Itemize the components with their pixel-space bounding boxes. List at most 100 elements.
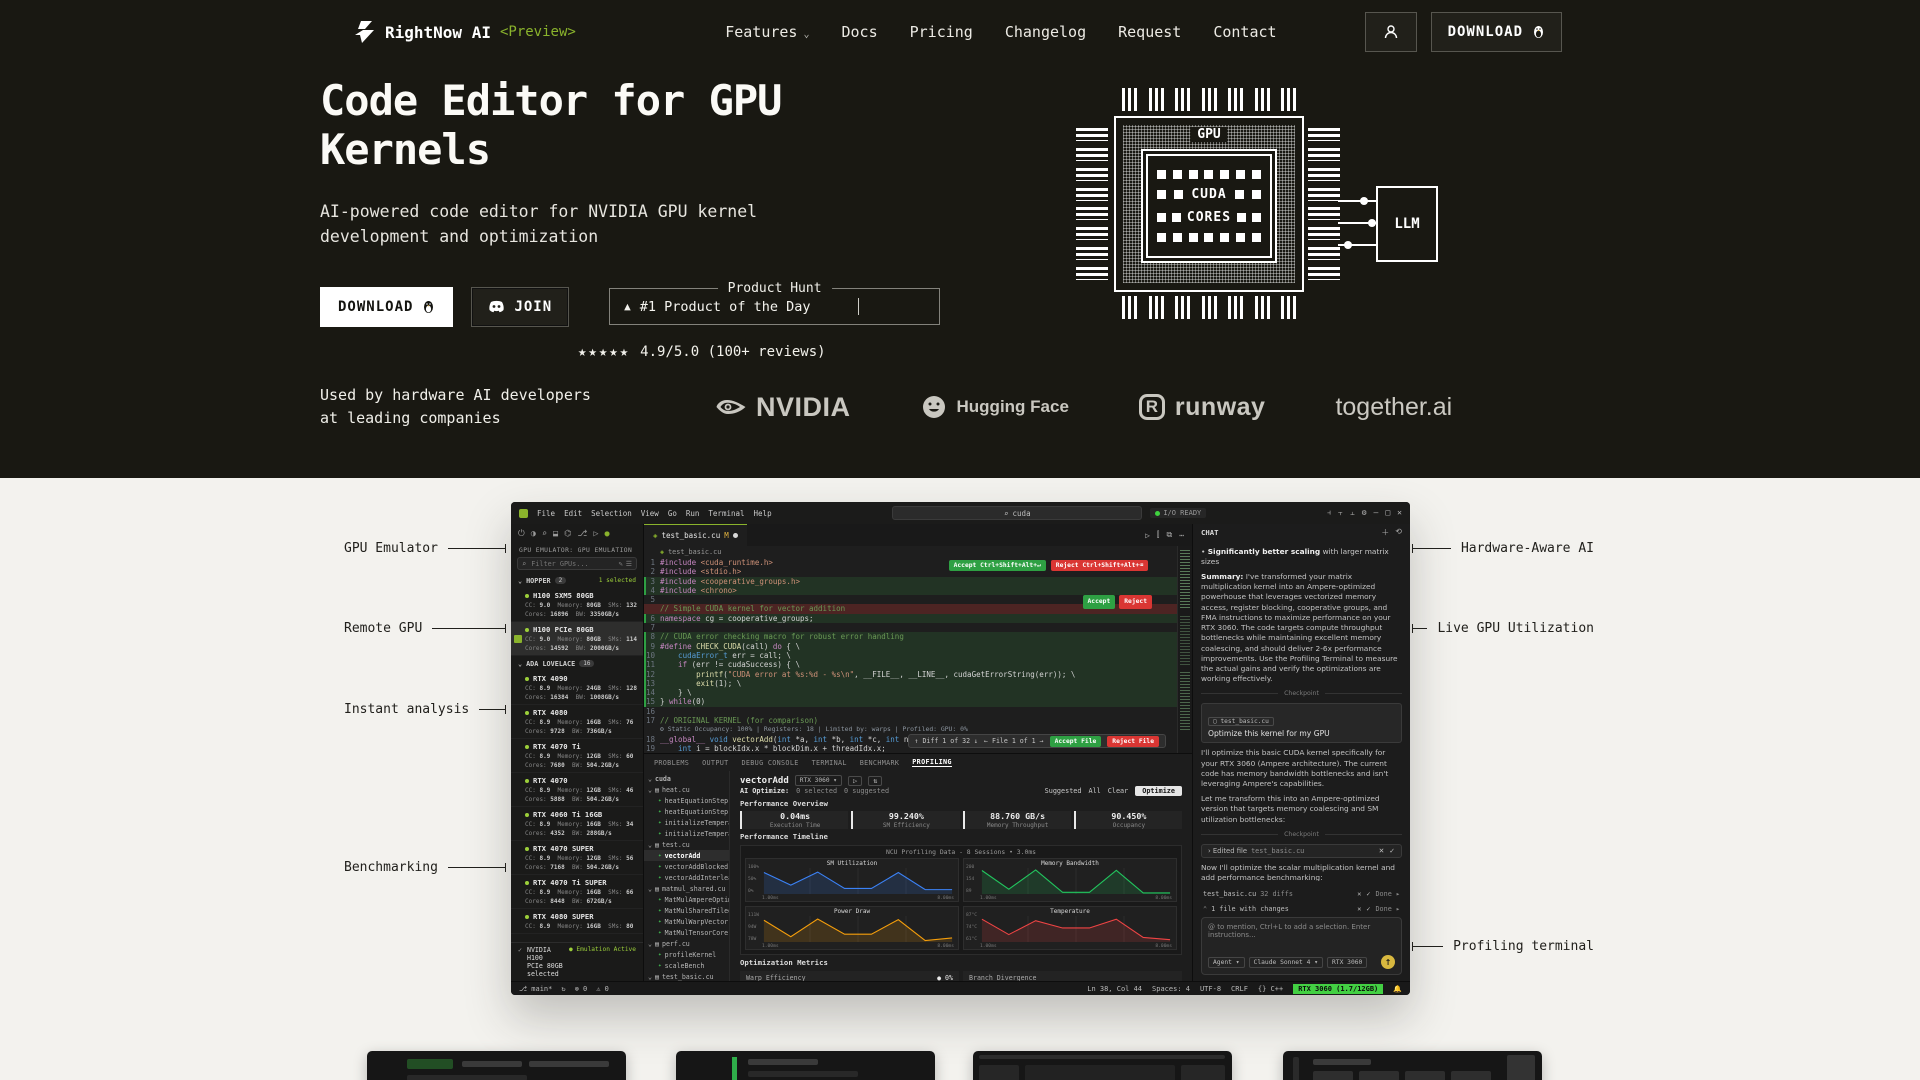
- menu-view[interactable]: View: [641, 509, 659, 518]
- nav-download-button[interactable]: DOWNLOAD: [1431, 12, 1562, 52]
- inline-accept-button[interactable]: Accept: [1083, 595, 1116, 608]
- debug-icon[interactable]: ⌬: [564, 529, 571, 539]
- minimap[interactable]: [1177, 546, 1192, 753]
- tree-file[interactable]: ⌄▤matmul_shared.cu: [644, 883, 729, 894]
- status-item[interactable]: ⊗ 0: [575, 985, 588, 993]
- nav-item-pricing[interactable]: Pricing: [910, 23, 973, 41]
- gpu-group-header[interactable]: ⌄HOPPER21 selected: [511, 573, 643, 588]
- gpu-memory-chip[interactable]: RTX 3060 (1.7/12GB): [1293, 984, 1383, 994]
- gpu-list-item[interactable]: H100 PCIe 80GBCC: 9.0 Memory: 80GB SMs: …: [511, 622, 643, 656]
- tree-root[interactable]: ⌄cuda: [644, 773, 729, 784]
- open-preview-icon[interactable]: ⧉: [1166, 530, 1172, 540]
- panel-tab-profiling[interactable]: PROFILING: [912, 758, 952, 767]
- optimize-button[interactable]: Optimize: [1135, 786, 1182, 796]
- history-icon[interactable]: ⟲: [1395, 527, 1402, 538]
- gpu-list-item[interactable]: RTX 4090CC: 8.9 Memory: 24GB SMs: 128Cor…: [511, 671, 643, 705]
- gpu-filter[interactable]: ⌕ ✎☰: [517, 557, 637, 570]
- menu-file[interactable]: File: [537, 509, 555, 518]
- gpu-filter-input[interactable]: [529, 559, 615, 569]
- screenshot-thumbnail[interactable]: [973, 1051, 1232, 1080]
- file-tag[interactable]: ▢ test_basic.cu: [1208, 717, 1274, 726]
- layout-sidebar-icon[interactable]: ⫞: [1327, 508, 1331, 518]
- menu-terminal[interactable]: Terminal: [708, 509, 744, 518]
- panel-tab-benchmark[interactable]: BENCHMARK: [860, 759, 900, 767]
- layers-icon[interactable]: ⬓: [553, 529, 558, 539]
- menu-run[interactable]: Run: [686, 509, 700, 518]
- keep-icon[interactable]: ✓: [1389, 847, 1395, 855]
- account-button[interactable]: [1365, 12, 1417, 52]
- edited-file-row[interactable]: › Edited filetest_basic.cu✕✓: [1201, 844, 1402, 858]
- nav-item-changelog[interactable]: Changelog: [1005, 23, 1086, 41]
- maximize-icon[interactable]: □: [1385, 508, 1390, 518]
- menu-selection[interactable]: Selection: [591, 509, 632, 518]
- tree-kernel-fn[interactable]: ✦scaleBench: [644, 960, 729, 971]
- menu-go[interactable]: Go: [668, 509, 677, 518]
- minimize-icon[interactable]: —: [1374, 508, 1379, 518]
- done-button[interactable]: Done ▸: [1375, 905, 1400, 913]
- gpu-list-item[interactable]: H100 SXM5 80GBCC: 9.0 Memory: 80GB SMs: …: [511, 588, 643, 622]
- diff-nav-label[interactable]: ↑ Diff 1 of 32 ↓: [915, 737, 979, 745]
- new-chat-icon[interactable]: ＋: [1381, 527, 1389, 538]
- menu-help[interactable]: Help: [754, 509, 772, 518]
- tree-kernel-fn[interactable]: ✦heatEquationStep: [644, 795, 729, 806]
- tree-kernel-fn[interactable]: ✦MatMulWarpVector...: [644, 916, 729, 927]
- brand[interactable]: RightNow AI <Preview>: [352, 21, 576, 43]
- status-item[interactable]: {} C++: [1258, 985, 1283, 993]
- close-icon[interactable]: ✕: [1397, 508, 1402, 518]
- tree-kernel-fn[interactable]: ✦MatMulAmpereOptim...: [644, 894, 729, 905]
- tree-file[interactable]: ⌄▤perf.cu: [644, 938, 729, 949]
- gpu-list-item[interactable]: RTX 4070 SUPERCC: 8.9 Memory: 12GB SMs: …: [511, 841, 643, 875]
- status-item[interactable]: Spaces: 4: [1152, 985, 1190, 993]
- power-icon[interactable]: ⏻: [518, 529, 525, 539]
- clear-button[interactable]: Clear: [1108, 787, 1128, 795]
- code-editor[interactable]: ◈test_basic.cu 1#include <cuda_runtime.h…: [644, 546, 1192, 753]
- reject-file-button[interactable]: Reject File: [1107, 736, 1159, 747]
- record-icon[interactable]: ◑: [531, 529, 536, 539]
- search-icon[interactable]: ⌕: [542, 529, 547, 539]
- run-file-icon[interactable]: ▷: [1145, 531, 1150, 540]
- hero-download-button[interactable]: DOWNLOAD: [320, 287, 453, 327]
- command-search[interactable]: ⌕cuda: [892, 506, 1142, 520]
- gpu-select[interactable]: RTX 3060 ▾: [795, 775, 842, 786]
- run-profile-button[interactable]: ▷: [848, 776, 862, 786]
- inline-reject-button[interactable]: Reject: [1119, 595, 1152, 608]
- keep-icon[interactable]: ✓: [1366, 905, 1370, 913]
- split-editor-icon[interactable]: ⫿: [1157, 530, 1160, 540]
- chat-chip-rtx[interactable]: RTX 3060: [1327, 957, 1367, 968]
- panel-tab-debug-console[interactable]: DEBUG CONSOLE: [742, 759, 799, 767]
- collapse-icon[interactable]: ⌃: [1203, 905, 1207, 913]
- bell-icon[interactable]: 🔔: [1393, 985, 1402, 993]
- tree-kernel-fn[interactable]: ✦initializeTemperature: [644, 817, 729, 828]
- status-item[interactable]: ↻: [561, 985, 565, 993]
- tree-kernel-fn[interactable]: ✦initializeTemperature: [644, 828, 729, 839]
- status-item[interactable]: CRLF: [1231, 985, 1248, 993]
- tree-kernel-fn[interactable]: ✦heatEquationStep: [644, 806, 729, 817]
- nav-item-request[interactable]: Request: [1118, 23, 1181, 41]
- chat-input[interactable]: @ to mention, Ctrl+L to add a selection.…: [1201, 917, 1402, 975]
- tree-kernel-fn[interactable]: ✦profileKernel: [644, 949, 729, 960]
- screenshot-thumbnail[interactable]: [1283, 1051, 1542, 1080]
- accept-all-button[interactable]: Accept Ctrl+Shift+Alt+↵: [949, 560, 1046, 571]
- more-actions-icon[interactable]: ⋯: [1179, 531, 1184, 540]
- gpu-group-header[interactable]: ⌄ADA LOVELACE16: [511, 656, 643, 671]
- panel-tab-terminal[interactable]: TERMINAL: [812, 759, 847, 767]
- tree-file[interactable]: ⌄▤heat.cu: [644, 784, 729, 795]
- filter-action-icons[interactable]: ✎☰: [619, 560, 633, 568]
- menu-edit[interactable]: Edit: [564, 509, 582, 518]
- tree-kernel-fn[interactable]: ✦MatMulTensorCore: [644, 927, 729, 938]
- chart-view-button[interactable]: ⇅: [868, 776, 882, 786]
- settings-gear-icon[interactable]: ⚙: [1362, 508, 1367, 518]
- status-item[interactable]: ⎇ main*: [519, 985, 552, 993]
- gpu-list-item[interactable]: RTX 4080CC: 8.9 Memory: 16GB SMs: 76Core…: [511, 705, 643, 739]
- cuda-badge-icon[interactable]: ●: [604, 529, 609, 539]
- all-button[interactable]: All: [1089, 787, 1101, 795]
- tree-kernel-fn[interactable]: ✦MatMulSharedTiled: [644, 905, 729, 916]
- gpu-list-item[interactable]: RTX 4060 Ti 16GBCC: 8.9 Memory: 16GB SMs…: [511, 807, 643, 841]
- join-discord-button[interactable]: JOIN: [471, 287, 569, 327]
- status-item[interactable]: ⚠ 0: [596, 985, 609, 993]
- done-button[interactable]: Done ▸: [1375, 890, 1400, 898]
- tab-test-basic-cu[interactable]: ◈ test_basic.cu M: [644, 524, 747, 546]
- tree-file[interactable]: ⌄▤test.cu: [644, 839, 729, 850]
- run-icon[interactable]: ▷: [593, 529, 598, 539]
- product-hunt-badge[interactable]: Product Hunt ▲ #1 Product of the Day: [609, 288, 940, 325]
